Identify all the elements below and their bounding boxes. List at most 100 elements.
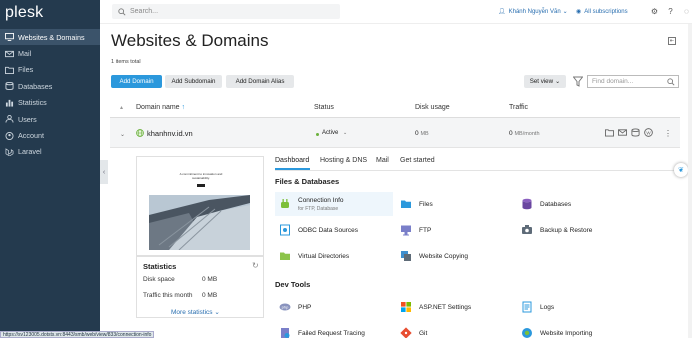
more-statistics-label: More statistics: [171, 309, 213, 316]
aspnet-settings-tool[interactable]: ASP.NET Settings: [396, 295, 511, 319]
aspnet-icon: [401, 302, 411, 312]
php-tool[interactable]: php PHP: [275, 295, 393, 319]
tab-hosting-dns[interactable]: Hosting & DNS: [320, 157, 367, 164]
globe-icon: [136, 129, 144, 137]
tab-mail[interactable]: Mail: [376, 157, 389, 164]
ftp-icon: [401, 225, 411, 236]
backup-restore-tool[interactable]: Backup & Restore: [517, 218, 637, 242]
table-row: [110, 118, 680, 148]
tabs-divider: [275, 170, 680, 171]
sidebar-item-databases[interactable]: Databases: [0, 78, 100, 94]
search-icon: [667, 78, 675, 86]
collapse-row-icon[interactable]: ⌄: [120, 131, 125, 138]
account-icon: [5, 131, 14, 140]
expand-all-icon[interactable]: ▴: [120, 104, 123, 111]
sidebar-item-label: Laravel: [18, 147, 42, 157]
folder-icon: [401, 200, 411, 208]
domain-name-link[interactable]: khanhnv.id.vn: [147, 129, 193, 138]
subscriptions-label: All subscriptions: [584, 8, 628, 15]
chart-icon: [5, 99, 14, 107]
ftp-label: FTP: [419, 226, 432, 234]
database-icon: [522, 198, 532, 210]
dev-tools-title: Dev Tools: [275, 280, 311, 289]
sidebar-item-users[interactable]: Users: [0, 111, 100, 127]
svg-text:W: W: [646, 130, 651, 135]
virtual-directories-tool[interactable]: Virtual Directories: [275, 244, 393, 268]
sidebar-item-label: Databases: [18, 81, 53, 91]
traffic-unit: MB/month: [514, 131, 540, 137]
more-statistics-link[interactable]: More statistics ⌄: [171, 308, 220, 316]
more-actions-icon[interactable]: ⋮: [664, 129, 672, 138]
items-total: 1 items total: [111, 59, 141, 65]
databases-tool[interactable]: Databases: [517, 192, 637, 216]
preview-image: [149, 195, 250, 250]
sidebar-item-label: Statistics: [18, 98, 47, 108]
files-databases-title: Files & Databases: [275, 177, 340, 186]
folder-icon[interactable]: [605, 128, 614, 137]
traffic-label: Traffic this month: [143, 292, 193, 299]
vdir-icon: [280, 252, 290, 260]
disk-space-value: 0 MB: [202, 276, 218, 283]
filter-icon[interactable]: [573, 76, 583, 87]
page-title: Websites & Domains: [111, 31, 269, 50]
connection-info-sub: for FTP, Database: [298, 205, 339, 212]
website-copying-label: Website Copying: [419, 252, 469, 260]
status-dot: [316, 133, 319, 136]
website-importing-tool[interactable]: Website Importing: [517, 321, 637, 338]
plesk-logo[interactable]: plesk: [5, 4, 43, 22]
add-domain-alias-button[interactable]: Add Domain Alias: [226, 75, 294, 88]
sidebar-item-websites-domains[interactable]: Websites & Domains: [0, 29, 100, 46]
row-actions: W: [605, 128, 653, 137]
wordpress-icon[interactable]: W: [644, 128, 653, 137]
user-icon: [5, 115, 14, 123]
scrollbar[interactable]: [688, 24, 692, 338]
website-preview[interactable]: A commitment to innovation and sustainab…: [136, 156, 264, 256]
tab-get-started[interactable]: Get started: [400, 157, 435, 164]
profile-icon[interactable]: ◌: [682, 6, 691, 16]
top-bar: Search... 👤︎ Khánh Nguyễn Văn ⌄ ◉ All su…: [100, 0, 692, 24]
connection-info-tool[interactable]: Connection Info for FTP, Database: [275, 192, 393, 216]
sidebar-item-statistics[interactable]: Statistics: [0, 95, 100, 111]
mail-icon: [5, 50, 14, 58]
search-icon: [118, 7, 126, 16]
sidebar-nav: Websites & Domains Mail Files Databases …: [0, 29, 100, 160]
status-badge[interactable]: Active: [322, 130, 338, 136]
database-icon[interactable]: [631, 128, 640, 137]
add-domain-button[interactable]: Add Domain: [111, 75, 162, 88]
assistant-icon[interactable]: ❦: [674, 163, 688, 177]
subscriptions-menu[interactable]: ◉ All subscriptions: [576, 8, 628, 16]
website-copying-tool[interactable]: Website Copying: [396, 244, 511, 268]
php-icon: php: [279, 303, 291, 311]
sidebar-item-files[interactable]: Files: [0, 62, 100, 78]
logs-label: Logs: [540, 303, 555, 311]
tab-dashboard[interactable]: Dashboard: [275, 157, 309, 164]
search-input[interactable]: Search...: [112, 4, 340, 19]
plug-icon: [281, 199, 289, 208]
ftp-tool[interactable]: FTP: [396, 218, 511, 242]
odbc-tool[interactable]: ODBC Data Sources: [275, 218, 393, 242]
chevron-down-icon[interactable]: ⌄: [343, 130, 347, 136]
extensions-icon[interactable]: ⚙︎: [650, 6, 659, 16]
add-subdomain-button[interactable]: Add Subdomain: [165, 75, 222, 88]
sidebar-collapse-toggle[interactable]: ‹: [100, 160, 108, 184]
files-label: Files: [419, 200, 433, 208]
user-icon: 👤︎: [498, 9, 506, 15]
column-header-name[interactable]: Domain name ↑: [136, 104, 185, 111]
trace-icon: [281, 328, 290, 338]
logs-tool[interactable]: Logs: [517, 295, 637, 319]
find-domain-input[interactable]: Find domain...: [587, 75, 679, 88]
refresh-icon[interactable]: ↻: [252, 261, 259, 270]
panel-toggle-icon[interactable]: ⇤: [668, 37, 676, 45]
failed-request-tracing-tool[interactable]: Failed Request Tracing: [275, 321, 393, 338]
sidebar-item-mail[interactable]: Mail: [0, 45, 100, 61]
mail-icon[interactable]: [618, 128, 627, 137]
sidebar: plesk Websites & Domains Mail Files Data…: [0, 0, 100, 338]
files-tool[interactable]: Files: [396, 192, 511, 216]
set-view-button[interactable]: Set view ⌄: [524, 75, 566, 88]
user-menu[interactable]: 👤︎ Khánh Nguyễn Văn ⌄: [498, 8, 568, 16]
git-tool[interactable]: Git: [396, 321, 511, 338]
sidebar-item-account[interactable]: Account: [0, 127, 100, 143]
odbc-label: ODBC Data Sources: [298, 226, 358, 234]
help-icon[interactable]: ?: [666, 6, 675, 16]
sidebar-item-laravel[interactable]: Laravel: [0, 144, 100, 160]
